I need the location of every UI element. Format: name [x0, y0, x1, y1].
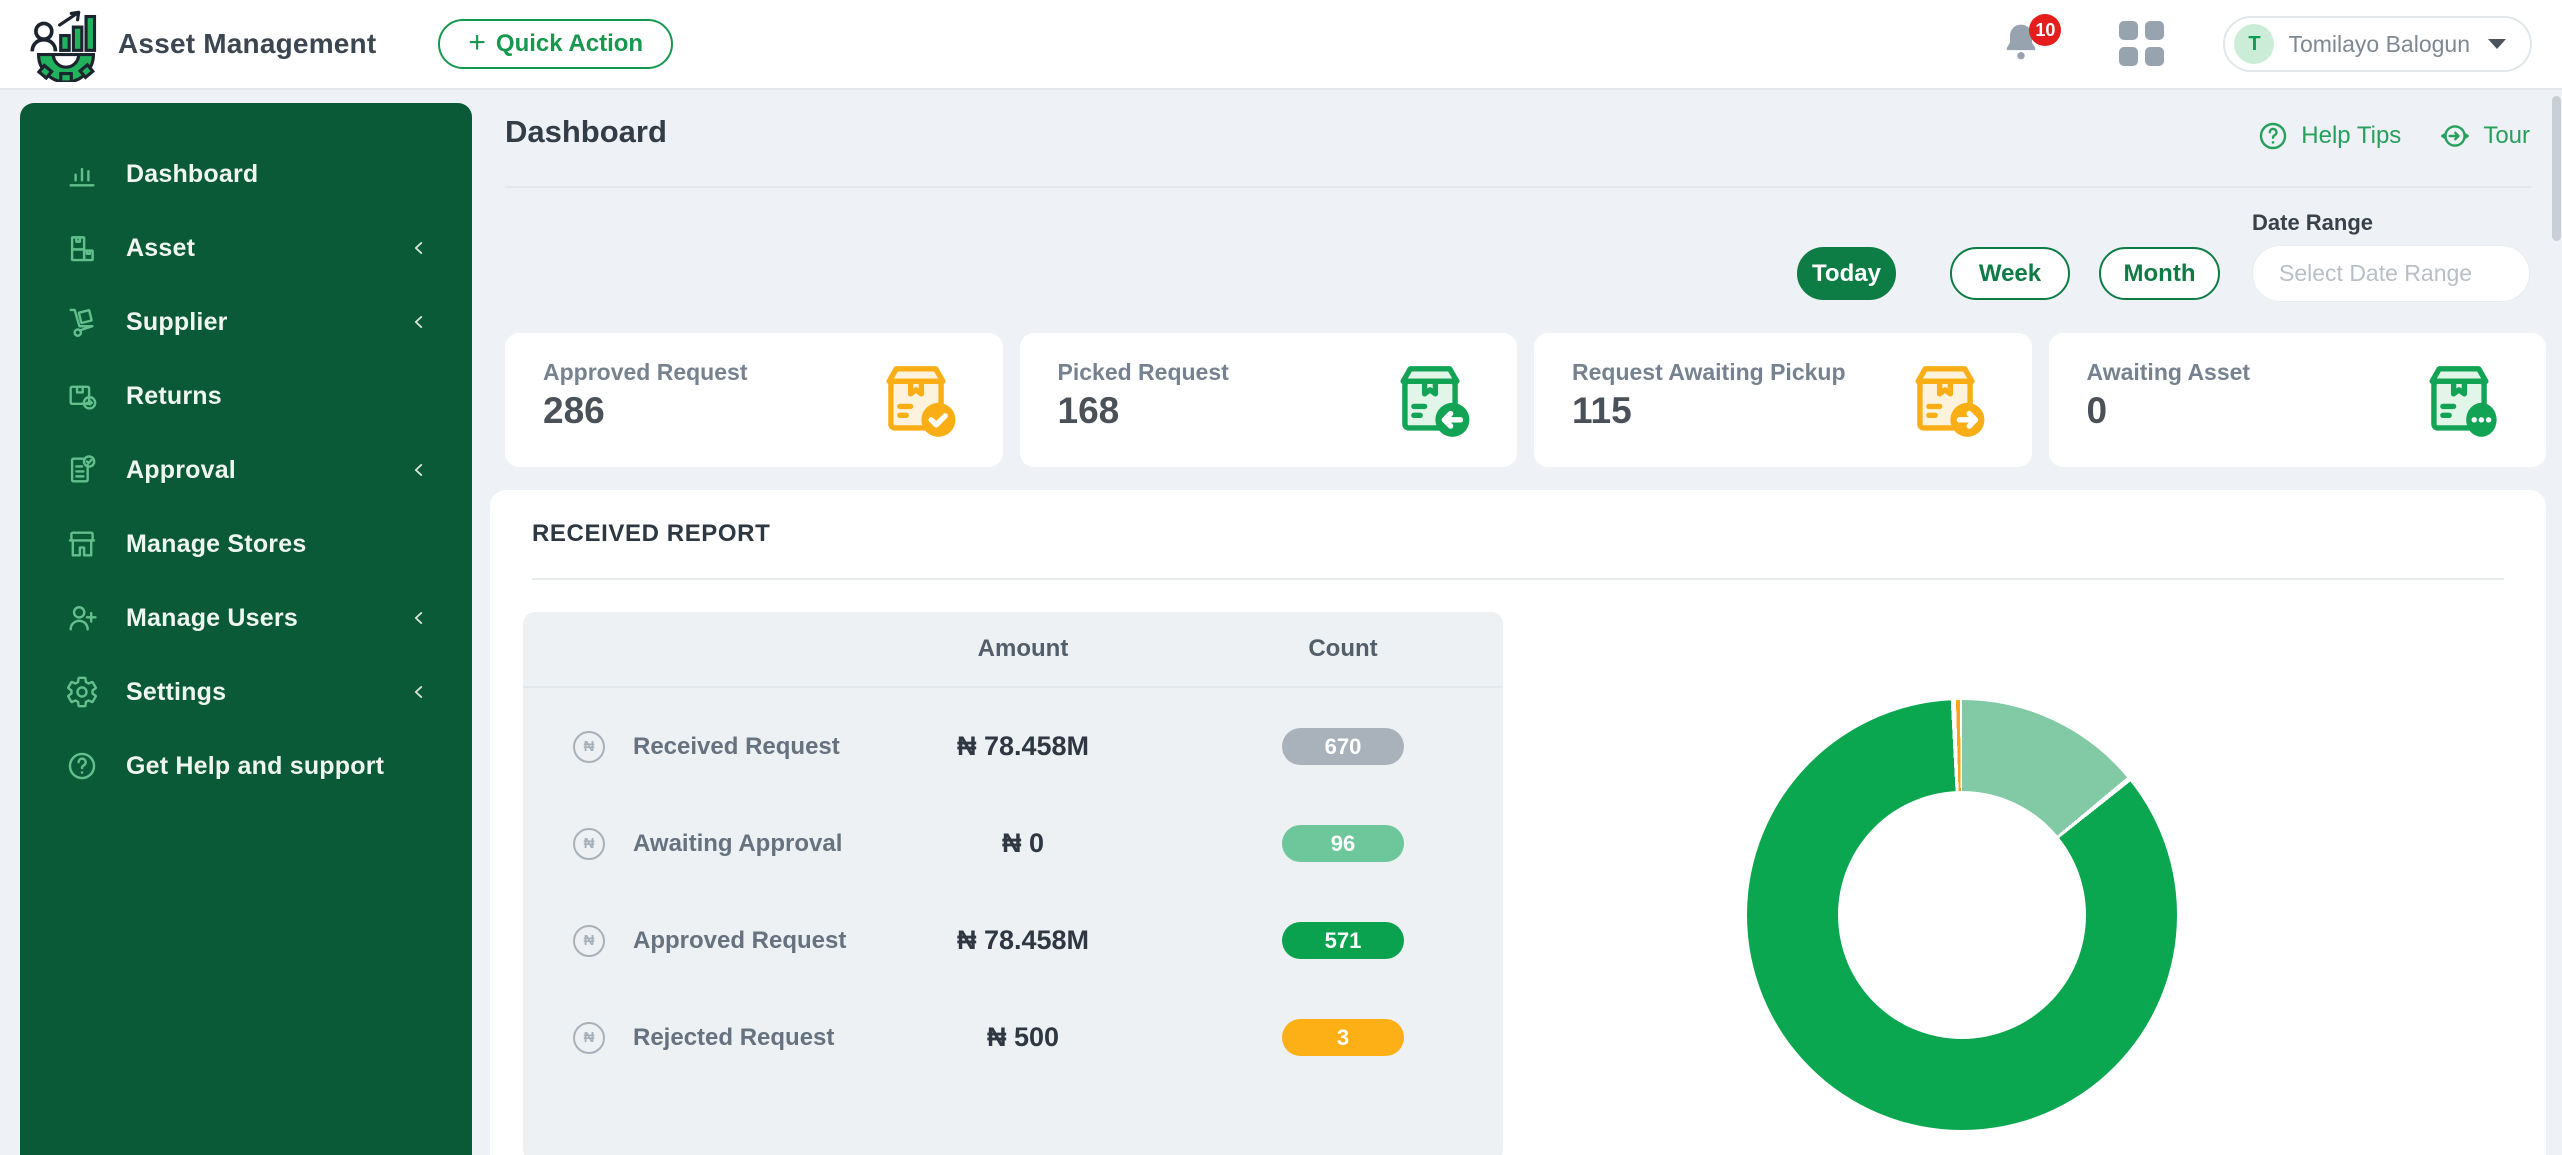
app-title: Asset Management	[118, 28, 376, 60]
sidebar-item-approval[interactable]: Approval	[20, 433, 472, 507]
table-row: ₦Received Request ₦ 78.458M 670	[523, 698, 1503, 795]
avatar: T	[2234, 24, 2274, 64]
range-today-button[interactable]: Today	[1797, 247, 1896, 300]
quick-action-button[interactable]: + Quick Action	[438, 19, 673, 69]
sidebar-item-supplier[interactable]: Supplier	[20, 285, 472, 359]
help-tips-button[interactable]: Help Tips	[2257, 120, 2401, 152]
table-row: ₦Approved Request ₦ 78.458M 571	[523, 892, 1503, 989]
chevron-left-icon	[408, 311, 430, 333]
count-badge: 96	[1282, 825, 1404, 862]
title-links: Help Tips Tour	[2257, 120, 2530, 152]
question-circle-icon	[64, 748, 100, 784]
report-divider	[532, 578, 2504, 580]
question-circle-icon	[2257, 120, 2289, 152]
range-week-button[interactable]: Week	[1950, 247, 2070, 300]
vertical-scrollbar[interactable]	[2552, 96, 2561, 241]
range-month-button[interactable]: Month	[2099, 247, 2220, 300]
chevron-left-icon	[408, 459, 430, 481]
stat-card-awaiting-asset: Awaiting Asset 0	[2049, 333, 2547, 467]
chevron-left-icon	[408, 237, 430, 259]
store-icon	[64, 526, 100, 562]
table-row: ₦Awaiting Approval ₦ 0 96	[523, 795, 1503, 892]
tour-button[interactable]: Tour	[2439, 120, 2530, 152]
naira-circle-icon: ₦	[573, 731, 605, 763]
top-header: Asset Management + Quick Action 10 T Tom…	[0, 0, 2562, 90]
received-report-title: RECEIVED REPORT	[532, 520, 770, 548]
page-title: Dashboard	[505, 114, 667, 150]
plus-icon: +	[468, 28, 486, 58]
sidebar-nav: Dashboard Asset Supplier Returns	[20, 103, 472, 1155]
return-box-icon	[64, 378, 100, 414]
sidebar-item-asset[interactable]: Asset	[20, 211, 472, 285]
date-range-label: Date Range	[2252, 210, 2373, 236]
document-check-icon	[64, 452, 100, 488]
main-content: Dashboard Help Tips Tour Date Range Toda…	[505, 90, 2546, 1155]
package-ellipsis-icon	[2416, 358, 2502, 444]
user-menu-button[interactable]: T Tomilayo Balogun	[2223, 16, 2532, 72]
apps-grid-icon	[2119, 21, 2138, 40]
sidebar-item-manage-stores[interactable]: Manage Stores	[20, 507, 472, 581]
bar-chart-icon	[64, 156, 100, 192]
boxes-icon	[64, 230, 100, 266]
user-name: Tomilayo Balogun	[2288, 31, 2470, 58]
user-plus-icon	[64, 600, 100, 636]
hand-truck-icon	[64, 304, 100, 340]
naira-circle-icon: ₦	[573, 925, 605, 957]
sidebar-item-dashboard[interactable]: Dashboard	[20, 137, 472, 211]
quick-action-label: Quick Action	[496, 30, 643, 58]
stat-card-request-awaiting-pickup: Request Awaiting Pickup 115	[1534, 333, 2032, 467]
package-arrow-left-icon	[1387, 358, 1473, 444]
stat-card-picked-request: Picked Request 168	[1020, 333, 1518, 467]
app-logo-icon	[28, 6, 104, 82]
tour-orbit-icon	[2439, 120, 2471, 152]
caret-down-icon	[2488, 39, 2506, 49]
package-check-icon	[873, 358, 959, 444]
sidebar-item-manage-users[interactable]: Manage Users	[20, 581, 472, 655]
column-header-count: Count	[1183, 635, 1503, 663]
chevron-left-icon	[408, 607, 430, 629]
stat-card-approved-request: Approved Request 286	[505, 333, 1003, 467]
naira-circle-icon: ₦	[573, 1022, 605, 1054]
table-row: ₦Rejected Request ₦ 500 3	[523, 989, 1503, 1086]
sidebar-item-help-support[interactable]: Get Help and support	[20, 729, 472, 803]
apps-grid-button[interactable]	[2119, 21, 2165, 67]
naira-circle-icon: ₦	[573, 828, 605, 860]
donut-hole	[1838, 791, 2086, 1039]
received-report-donut-chart	[1747, 700, 2177, 1130]
count-badge: 3	[1282, 1019, 1404, 1056]
title-divider	[505, 186, 2531, 188]
received-report-table: Amount Count ₦Received Request ₦ 78.458M…	[523, 612, 1503, 1155]
date-range-input[interactable]	[2252, 245, 2530, 302]
sidebar-item-returns[interactable]: Returns	[20, 359, 472, 433]
count-badge: 571	[1282, 922, 1404, 959]
asset-management-app: Asset Management + Quick Action 10 T Tom…	[0, 0, 2562, 1155]
count-badge: 670	[1282, 728, 1404, 765]
column-header-amount: Amount	[863, 635, 1183, 663]
notification-count-badge: 10	[2029, 14, 2061, 46]
stat-cards-row: Approved Request 286 Picked Request 168	[505, 333, 2546, 467]
sidebar-item-settings[interactable]: Settings	[20, 655, 472, 729]
gear-icon	[64, 674, 100, 710]
notifications-button[interactable]: 10	[1999, 18, 2047, 70]
chevron-left-icon	[408, 681, 430, 703]
received-report-panel: RECEIVED REPORT Amount Count ₦Received R…	[490, 490, 2546, 1155]
table-header-row: Amount Count	[523, 612, 1503, 688]
package-arrow-right-icon	[1902, 358, 1988, 444]
